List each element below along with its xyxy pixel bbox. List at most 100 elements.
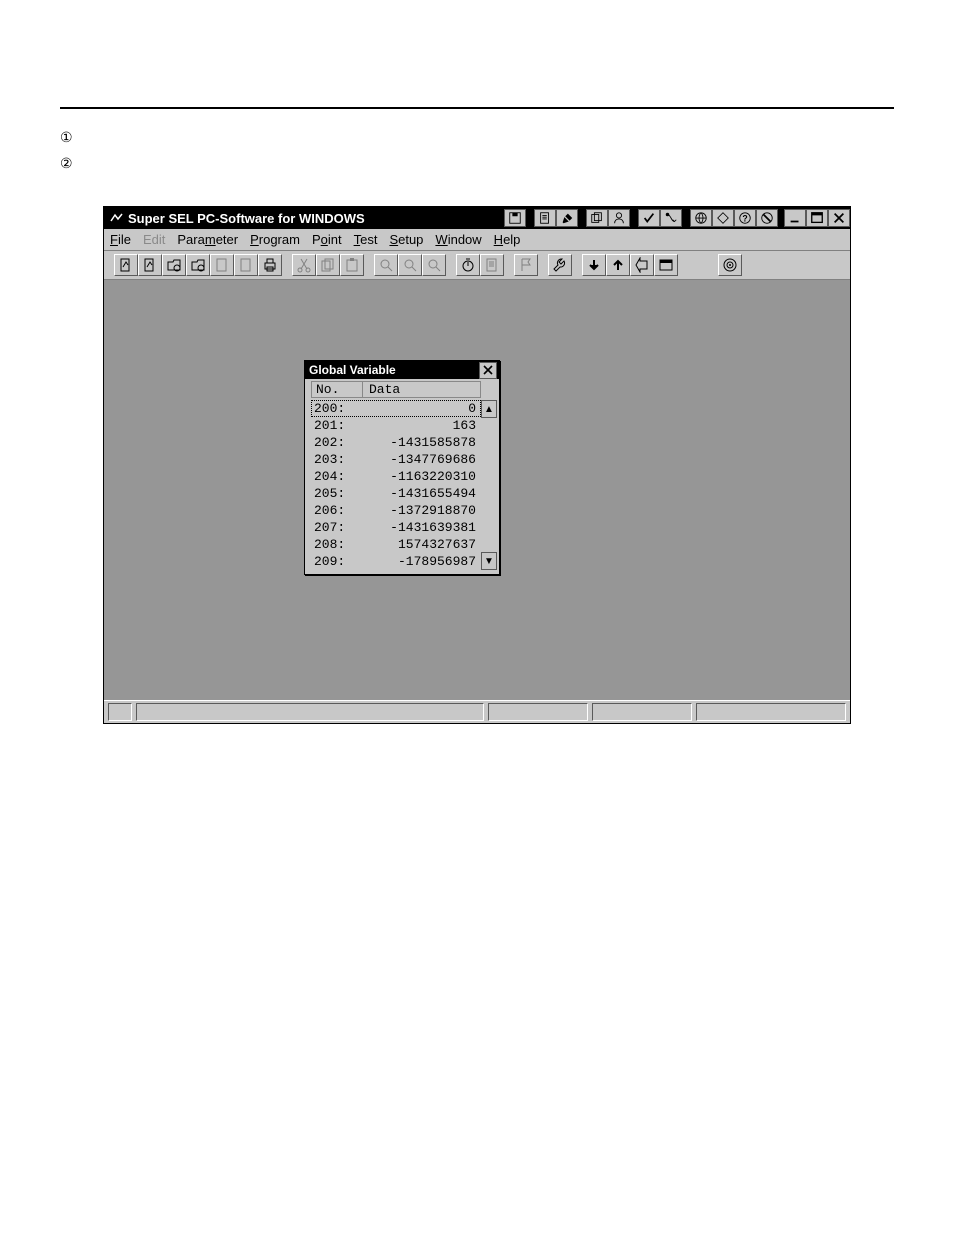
mdi-client-area: Global Variable No. Data 200:0201:163202… <box>104 280 850 700</box>
table-row[interactable]: 201:163 <box>311 417 481 434</box>
scroll-down-icon[interactable]: ▼ <box>481 552 497 570</box>
rows-container: 200:0201:163202:-1431585878203:-13477696… <box>311 400 481 570</box>
table-row[interactable]: 209:-178956987 <box>311 553 481 570</box>
app-title: Super SEL PC-Software for WINDOWS <box>128 211 365 226</box>
tb-arrow-down-button[interactable] <box>582 254 606 276</box>
statusbar <box>104 700 850 723</box>
tb-doc-button <box>480 254 504 276</box>
row-value: 0 <box>356 401 480 416</box>
pencil-button[interactable] <box>556 209 578 227</box>
tb-tool-button[interactable] <box>548 254 572 276</box>
table-row[interactable]: 206:-1372918870 <box>311 502 481 519</box>
table-row[interactable]: 208:1574327637 <box>311 536 481 553</box>
row-no: 207: <box>312 520 356 535</box>
tb-timer-button[interactable] <box>456 254 480 276</box>
menu-window[interactable]: Window <box>435 232 481 247</box>
col-data-header: Data <box>362 381 481 398</box>
table-row[interactable]: 203:-1347769686 <box>311 451 481 468</box>
maximize-button[interactable] <box>806 209 828 227</box>
row-value: -1431639381 <box>356 520 480 535</box>
menu-point[interactable]: Point <box>312 232 342 247</box>
doc-button[interactable] <box>534 209 556 227</box>
tb-cut-button <box>292 254 316 276</box>
check-button[interactable] <box>638 209 660 227</box>
diamond-button[interactable] <box>712 209 734 227</box>
menu-help[interactable]: Help <box>494 232 521 247</box>
tb-paste-button <box>340 254 364 276</box>
scroll-up-icon[interactable]: ▲ <box>481 400 497 418</box>
row-value: -1431585878 <box>356 435 480 450</box>
minimize-button[interactable] <box>784 209 806 227</box>
svg-text:?: ? <box>742 214 747 224</box>
cards-button[interactable] <box>586 209 608 227</box>
row-no: 200: <box>312 401 356 416</box>
row-no: 201: <box>312 418 356 433</box>
menu-parameter[interactable]: Parameter <box>177 232 238 247</box>
help-button[interactable]: ? <box>734 209 756 227</box>
tb-print-button[interactable] <box>258 254 282 276</box>
row-no: 205: <box>312 486 356 501</box>
row-value: -178956987 <box>356 554 480 569</box>
row-value: -1372918870 <box>356 503 480 518</box>
menu-program[interactable]: Program <box>250 232 300 247</box>
table-row[interactable]: 200:0 <box>311 400 481 417</box>
row-no: 202: <box>312 435 356 450</box>
menubar: File Edit Parameter Program Point Test Setup Wi… <box>104 229 850 251</box>
row-no: 208: <box>312 537 356 552</box>
col-no-header: No. <box>311 381 362 398</box>
row-no: 206: <box>312 503 356 518</box>
row-value: 163 <box>356 418 480 433</box>
tb-target-button[interactable] <box>718 254 742 276</box>
status-pane-4 <box>592 703 692 721</box>
row-no: 203: <box>312 452 356 467</box>
table-row[interactable]: 204:-1163220310 <box>311 468 481 485</box>
status-pane-1 <box>108 703 132 721</box>
tb-file-open-a-button[interactable] <box>162 254 186 276</box>
tb-file-open-b-button[interactable] <box>186 254 210 276</box>
stop-button[interactable] <box>756 209 778 227</box>
tb-window-button[interactable] <box>654 254 678 276</box>
status-pane-3 <box>488 703 588 721</box>
tb-find-b-button <box>398 254 422 276</box>
table-row[interactable]: 207:-1431639381 <box>311 519 481 536</box>
globe-button[interactable] <box>690 209 712 227</box>
tb-file-d-button <box>234 254 258 276</box>
save-button[interactable] <box>504 209 526 227</box>
global-variable-window: Global Variable No. Data 200:0201:163202… <box>304 360 500 575</box>
menu-setup[interactable]: Setup <box>389 232 423 247</box>
divider <box>60 107 894 109</box>
row-value: -1347769686 <box>356 452 480 467</box>
app-window: Super SEL PC-Software for WINDOWS ? File… <box>103 206 851 724</box>
row-no: 209: <box>312 554 356 569</box>
tb-flag-button <box>514 254 538 276</box>
app-logo-icon <box>110 211 124 225</box>
tb-find-a-button <box>374 254 398 276</box>
tb-copy-button <box>316 254 340 276</box>
menu-file[interactable]: File <box>110 232 131 247</box>
close-button[interactable] <box>828 209 850 227</box>
row-value: -1163220310 <box>356 469 480 484</box>
tb-file-new-b-button[interactable] <box>138 254 162 276</box>
row-value: 1574327637 <box>356 537 480 552</box>
scroll-track[interactable] <box>481 418 497 552</box>
vertical-scrollbar[interactable]: ▲ ▼ <box>481 400 497 570</box>
close-icon[interactable] <box>479 362 497 379</box>
column-headers: No. Data <box>305 379 499 400</box>
table-row[interactable]: 202:-1431585878 <box>311 434 481 451</box>
tb-file-new-a-button[interactable] <box>114 254 138 276</box>
status-pane-5 <box>696 703 846 721</box>
table-row[interactable]: 205:-1431655494 <box>311 485 481 502</box>
user-button[interactable] <box>608 209 630 227</box>
tb-arrow-up-button[interactable] <box>606 254 630 276</box>
inner-titlebar: Global Variable <box>305 361 499 379</box>
row-value: -1431655494 <box>356 486 480 501</box>
toolbar <box>104 251 850 280</box>
menu-test[interactable]: Test <box>354 232 378 247</box>
row-no: 204: <box>312 469 356 484</box>
menu-edit: Edit <box>143 232 165 247</box>
inner-title-text: Global Variable <box>309 363 479 377</box>
tb-arrow-left-button[interactable] <box>630 254 654 276</box>
tb-file-c-button <box>210 254 234 276</box>
run-button[interactable] <box>660 209 682 227</box>
tb-find-c-button <box>422 254 446 276</box>
